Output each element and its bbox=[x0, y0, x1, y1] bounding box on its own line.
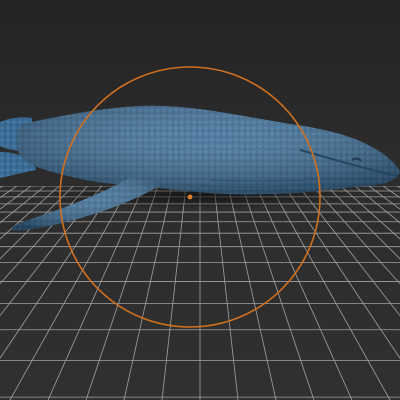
grid-line bbox=[340, 186, 400, 240]
grid-line bbox=[0, 186, 18, 199]
pivot-point[interactable] bbox=[187, 194, 193, 200]
grid-line bbox=[255, 186, 353, 400]
grid-line bbox=[298, 186, 400, 317]
grid-line bbox=[161, 186, 187, 400]
3d-viewport[interactable] bbox=[0, 0, 400, 400]
grid-line bbox=[123, 186, 173, 400]
grid-line bbox=[270, 186, 391, 400]
grid-line bbox=[85, 186, 159, 400]
grid-line bbox=[382, 186, 400, 199]
grid-line bbox=[354, 186, 400, 224]
whale-body-shading bbox=[16, 105, 400, 195]
grid-line bbox=[0, 186, 32, 210]
grid-line bbox=[0, 186, 4, 189]
grid-line bbox=[227, 186, 277, 400]
grid-line bbox=[213, 186, 239, 400]
grid-line bbox=[368, 186, 400, 210]
viewport-canvas[interactable] bbox=[0, 0, 400, 400]
